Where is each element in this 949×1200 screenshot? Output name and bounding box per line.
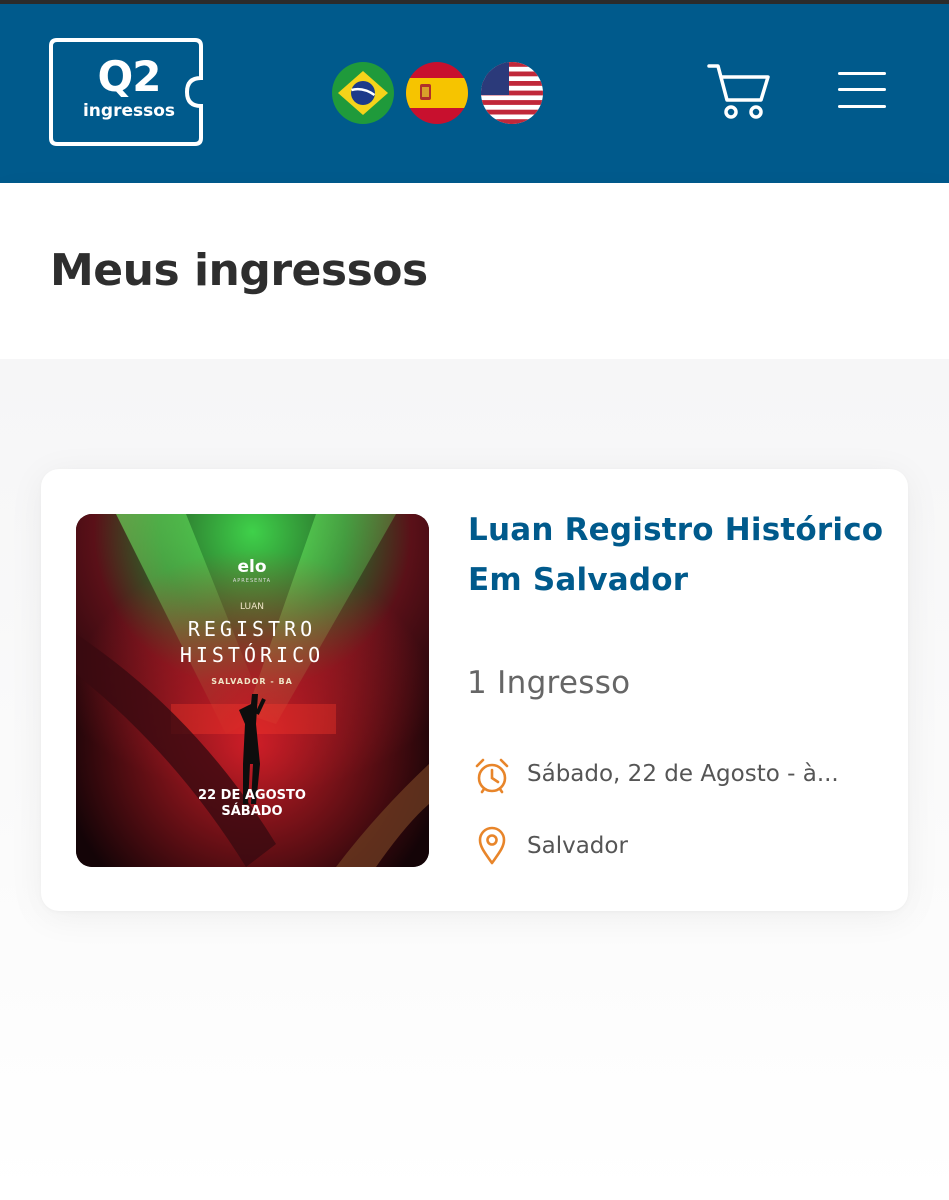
- language-pt-br-button[interactable]: [332, 62, 394, 124]
- ticket-card[interactable]: elo APRESENTA LUAN REGISTRO HISTÓRICO SA…: [41, 469, 908, 911]
- page-title: Meus ingressos: [50, 245, 428, 296]
- logo-title: Q2: [97, 52, 162, 101]
- poster-date-line2: SÁBADO: [221, 803, 282, 819]
- poster-title-line2: HISTÓRICO: [180, 643, 324, 667]
- ticket-count: 1 Ingresso: [467, 665, 631, 701]
- menu-line: [838, 105, 886, 108]
- language-en-us-button[interactable]: [481, 62, 543, 124]
- alarm-clock-icon: [473, 757, 511, 795]
- hamburger-menu-icon: [838, 72, 886, 75]
- spain-flag-icon: [406, 62, 468, 124]
- poster-title-line1: REGISTRO: [188, 617, 316, 641]
- brazil-flag-icon: [332, 62, 394, 124]
- shopping-cart-icon: [707, 64, 770, 119]
- map-pin-icon: [473, 826, 511, 865]
- usa-flag-icon: [481, 62, 543, 124]
- poster-sponsor: elo: [237, 557, 266, 577]
- language-es-button[interactable]: [406, 62, 468, 124]
- poster-location: SALVADOR - BA: [211, 677, 293, 686]
- top-header: Q2 ingressos: [0, 4, 949, 183]
- event-date: Sábado, 22 de Agosto - à...: [527, 761, 839, 787]
- q2-ingressos-logo[interactable]: Q2 ingressos: [49, 38, 204, 146]
- menu-line: [838, 88, 886, 91]
- logo-subtitle: ingressos: [82, 101, 176, 121]
- shopping-cart-button[interactable]: [707, 62, 771, 120]
- poster-artist: LUAN: [240, 602, 264, 612]
- page-title-bar: Meus ingressos: [0, 183, 949, 359]
- event-poster-image: elo APRESENTA LUAN REGISTRO HISTÓRICO SA…: [76, 514, 429, 867]
- event-title-link[interactable]: Luan Registro Histórico Em Salvador: [468, 505, 888, 605]
- poster-date-line1: 22 DE AGOSTO: [198, 788, 306, 803]
- hamburger-menu-button[interactable]: [836, 70, 888, 110]
- event-city: Salvador: [527, 833, 628, 859]
- event-poster-art: elo APRESENTA LUAN REGISTRO HISTÓRICO SA…: [76, 514, 429, 867]
- poster-sponsor-sub: APRESENTA: [233, 578, 271, 584]
